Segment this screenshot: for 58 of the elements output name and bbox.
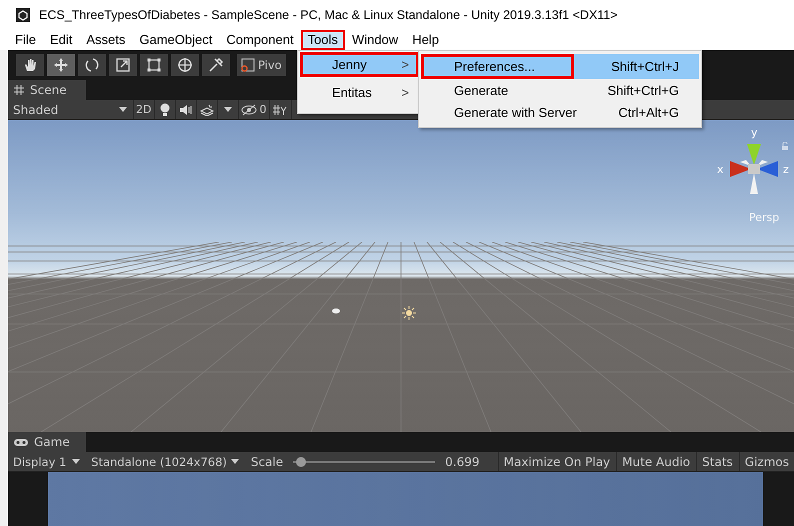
tool-button[interactable] xyxy=(47,54,75,76)
shading-dropdown[interactable]: Shaded xyxy=(8,100,132,119)
hand-icon xyxy=(22,57,38,73)
game-tab[interactable]: Game xyxy=(8,432,86,452)
scale-label: Scale xyxy=(250,454,284,468)
menu-item[interactable]: Generate with Server Ctrl+Alt+G xyxy=(421,102,699,123)
tool-button[interactable] xyxy=(16,54,44,76)
hidden-objects-button[interactable]: 0 xyxy=(238,100,268,119)
mode-2d-button[interactable]: 2D xyxy=(133,100,154,119)
resolution-dropdown[interactable]: Standalone (1024x768) xyxy=(86,452,244,471)
sun-icon xyxy=(402,306,416,320)
scale-slider-thumb[interactable] xyxy=(296,456,306,466)
gamepad-icon xyxy=(14,438,28,446)
menu-item[interactable]: Window xyxy=(344,30,406,50)
menu-item[interactable]: Help xyxy=(405,30,446,50)
tool-button[interactable] xyxy=(109,54,137,76)
hidden-eye-icon xyxy=(241,104,258,116)
menu-item[interactable]: GameObject xyxy=(132,30,220,50)
tool-button[interactable] xyxy=(171,54,199,76)
scale-icon xyxy=(115,57,131,73)
pivot-icon xyxy=(241,58,255,72)
caret-icon xyxy=(224,107,232,112)
scene-tab[interactable]: Scene xyxy=(8,80,86,100)
scale-value: 0.699 xyxy=(445,454,480,468)
move-arrows-icon xyxy=(53,57,69,73)
rotate-icon xyxy=(84,57,100,73)
hash-icon xyxy=(14,85,24,95)
menu-item[interactable]: Preferences... Shift+Ctrl+J xyxy=(421,54,699,79)
menu-item[interactable]: Tools xyxy=(300,30,345,50)
display-dropdown[interactable]: Display 1 xyxy=(8,452,86,471)
axis-label: z xyxy=(783,164,789,176)
menu-item[interactable]: Entitas > xyxy=(300,82,419,103)
effects-button[interactable] xyxy=(196,100,216,119)
axis-label: x xyxy=(717,164,724,176)
lightbulb-icon xyxy=(158,102,171,116)
unity-logo-icon xyxy=(16,8,30,22)
axis-label: y xyxy=(751,127,758,139)
menu-item[interactable]: Generate Shift+Ctrl+G xyxy=(421,80,699,101)
tool-button[interactable] xyxy=(202,54,230,76)
tool-button[interactable] xyxy=(78,54,106,76)
caret-icon xyxy=(119,107,127,112)
caret-icon xyxy=(72,459,80,464)
lock-icon xyxy=(781,142,789,150)
caret-icon xyxy=(230,459,239,464)
tool-button[interactable] xyxy=(140,54,168,76)
pivot-button[interactable]: Pivo xyxy=(237,54,286,76)
layers-icon xyxy=(200,104,214,116)
grid-axis-icon xyxy=(272,104,288,116)
rect-tool-icon xyxy=(146,57,162,73)
camera-icon xyxy=(331,308,341,314)
crosshair-icon xyxy=(177,57,193,73)
menu-item[interactable]: Component xyxy=(219,30,301,50)
menu-item[interactable]: Assets xyxy=(79,30,132,50)
speaker-icon xyxy=(178,104,193,116)
menu-item[interactable]: Edit xyxy=(42,30,80,50)
menu-item[interactable]: File xyxy=(8,30,43,50)
menu-item[interactable]: Jenny > xyxy=(300,52,419,77)
window-title: ECS_ThreeTypesOfDiabetes - SampleScene - PC, Mac & Linux Standalone - Unity 2019.3.13f1 <DX11> xyxy=(39,8,618,22)
